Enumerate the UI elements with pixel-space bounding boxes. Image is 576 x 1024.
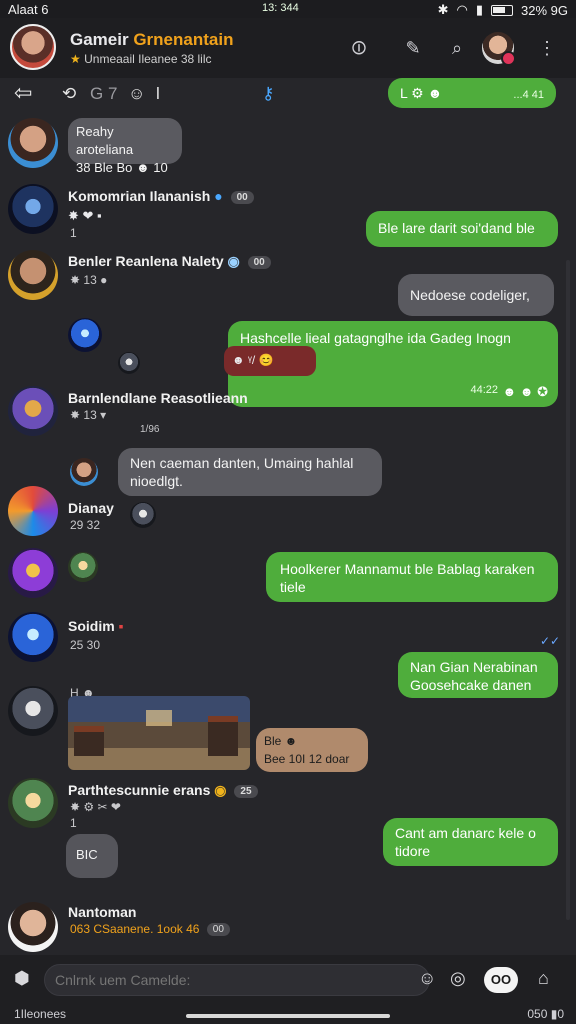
- sender-name: Soidim ▪: [68, 618, 124, 634]
- message-bubble-in[interactable]: Ble ☻ Bee 10I 12 doar: [256, 728, 368, 772]
- sender-name: Komomrian Ilananish ● 00: [68, 188, 254, 204]
- status-bar: Alaat 6 13: 344 ✱ ◠ ▮ 32% 9G: [0, 0, 576, 18]
- search-icon[interactable]: ⌕: [444, 36, 470, 60]
- avatar[interactable]: [8, 184, 58, 234]
- sub-toolbar: ⇦ ⟲ G 7 ☺ l ⚷ L ⚙ ☻ ...4 41: [0, 78, 576, 112]
- counter-label: G 7: [90, 84, 118, 103]
- bottom-left-label: 1Ileonees: [14, 1007, 67, 1021]
- scrollbar[interactable]: [566, 260, 570, 920]
- battery-percent: 32% 9G: [521, 2, 568, 18]
- bottom-right-label: 050 ▮0: [527, 1007, 564, 1021]
- avatar[interactable]: [8, 902, 58, 952]
- reaction-icon[interactable]: ✸ ❤ ▪: [68, 208, 102, 224]
- message-meta: 29 32: [70, 518, 101, 532]
- bluetooth-icon: ✱: [437, 2, 449, 17]
- battery-icon: [491, 4, 514, 16]
- avatar[interactable]: [8, 778, 58, 828]
- avatar[interactable]: [68, 318, 102, 352]
- reply-icon[interactable]: ⟲: [62, 84, 76, 104]
- tag-bubble[interactable]: BIC: [66, 834, 118, 878]
- sender-name: Dianay: [68, 500, 114, 516]
- carrier-label: Alaat 6: [8, 2, 49, 17]
- avatar[interactable]: [8, 250, 58, 300]
- sticker-icon[interactable]: ◎: [450, 968, 466, 989]
- voice-button[interactable]: OO: [484, 967, 518, 993]
- quoted-reply[interactable]: ☻ ᵞ/ 😊: [224, 346, 316, 376]
- avatar[interactable]: [8, 118, 58, 168]
- sender-name: Nantoman: [68, 904, 137, 920]
- message-bubble-out[interactable]: Hoolkerer Mannamut ble Bablag karaken ti…: [266, 552, 558, 602]
- avatar[interactable]: [68, 552, 98, 582]
- message-meta: ✸ ⚙ ✂ ❤: [70, 800, 121, 814]
- camera-icon[interactable]: ⌂: [538, 968, 549, 989]
- avatar[interactable]: [8, 612, 58, 662]
- message-bubble-in[interactable]: Nedoese codeliger,: [398, 274, 554, 316]
- group-subtitle: ★ Unmeaail Ileanee 38 lilc: [70, 52, 212, 66]
- gallery-icon[interactable]: l: [156, 84, 160, 104]
- group-title[interactable]: Gameir Grnenantain: [70, 30, 233, 50]
- avatar[interactable]: [70, 458, 98, 486]
- pin-icon[interactable]: ✎: [400, 36, 426, 60]
- message-meta: ✸ 13 ●: [70, 273, 108, 287]
- reaction-icon[interactable]: ☻ ☻ ✪: [503, 383, 548, 401]
- attach-icon[interactable]: ⬢: [14, 968, 30, 989]
- avatar[interactable]: [130, 502, 156, 528]
- key-icon[interactable]: ⚷: [262, 84, 274, 104]
- signal-icon: ▮: [475, 2, 484, 17]
- more-icon[interactable]: ⋮: [534, 36, 560, 60]
- sender-name: Benler Reanlena Nalety ◉ 00: [68, 253, 271, 270]
- emoji-icon[interactable]: ☺: [128, 84, 145, 104]
- avatar[interactable]: [8, 386, 58, 436]
- avatar[interactable]: [8, 548, 58, 598]
- message-meta: 25 30: [70, 638, 101, 652]
- avatar[interactable]: [8, 486, 58, 536]
- status-icons: ✱ ◠ ▮ 32% 9G: [438, 2, 568, 18]
- avatar[interactable]: [118, 352, 140, 374]
- back-arrow-icon[interactable]: ⇦: [14, 80, 32, 106]
- system-nav-bar: 1Ileonees 050 ▮0: [0, 1005, 576, 1024]
- message-meta: 1: [70, 816, 77, 830]
- profile-avatar[interactable]: [482, 32, 516, 66]
- chat-header: Gameir Grnenantain ★ Unmeaail Ileanee 38…: [0, 18, 576, 78]
- composer: ⬢ ☺ ◎ OO ⌂: [0, 955, 576, 1005]
- read-receipt-icon: ✓✓: [540, 634, 561, 648]
- message-bubble-out[interactable]: Nan Gian Nerabinan Goosehcake danen: [398, 652, 558, 698]
- avatar[interactable]: [8, 686, 58, 736]
- wifi-icon: ◠: [456, 2, 468, 17]
- message-bubble-out[interactable]: Cant am danarc kele o tidore: [383, 818, 558, 866]
- sender-name: Barnlendlane Reasotlieann: [68, 390, 248, 406]
- call-icon[interactable]: ⏼: [346, 36, 372, 60]
- home-indicator[interactable]: [186, 1014, 390, 1018]
- message-meta: 1/96: [140, 424, 160, 435]
- image-attachment[interactable]: [68, 696, 250, 770]
- sender-name: Parthtescunnie erans ◉ 25: [68, 782, 258, 799]
- message-meta: 063 CSaanene. 1ook 46 00: [70, 922, 230, 937]
- message-bubble-in[interactable]: Nen caeman danten, Umaing hahlal nioedlg…: [118, 448, 382, 496]
- message-meta: 1: [70, 226, 77, 240]
- message-bubble-in[interactable]: Reahy aroteliana 38 Ble Bo ☻ 10: [68, 118, 182, 175]
- message-bubble-out[interactable]: L ⚙ ☻ ...4 41: [388, 78, 556, 108]
- star-icon: ★: [70, 52, 81, 66]
- message-bubble-out[interactable]: Ble lare darit soi'dand ble: [366, 211, 558, 247]
- message-meta: ✸ 13 ▾: [70, 408, 107, 422]
- clock: 13: 344: [262, 2, 299, 14]
- group-avatar[interactable]: [10, 24, 56, 70]
- emoji-icon[interactable]: ☺: [418, 968, 436, 989]
- message-input[interactable]: [44, 964, 430, 996]
